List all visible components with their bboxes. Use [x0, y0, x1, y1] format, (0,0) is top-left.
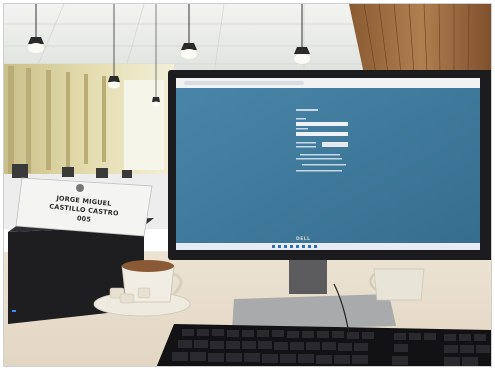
monitor-icon	[168, 70, 491, 260]
login-field-1	[296, 122, 348, 126]
taskbar	[176, 243, 480, 250]
login-button	[322, 142, 348, 147]
monitor-brand-logo: DELL	[296, 237, 311, 242]
window-light	[124, 80, 164, 170]
wood-wall	[349, 4, 491, 74]
office-photo: JORGE MIGUEL CASTILLO CASTRO 005 DELL	[3, 3, 492, 367]
scene-illustration	[4, 4, 491, 366]
coffee-cup-icon	[369, 268, 425, 301]
login-field-2	[296, 132, 348, 136]
keyboard-icon	[156, 324, 491, 366]
